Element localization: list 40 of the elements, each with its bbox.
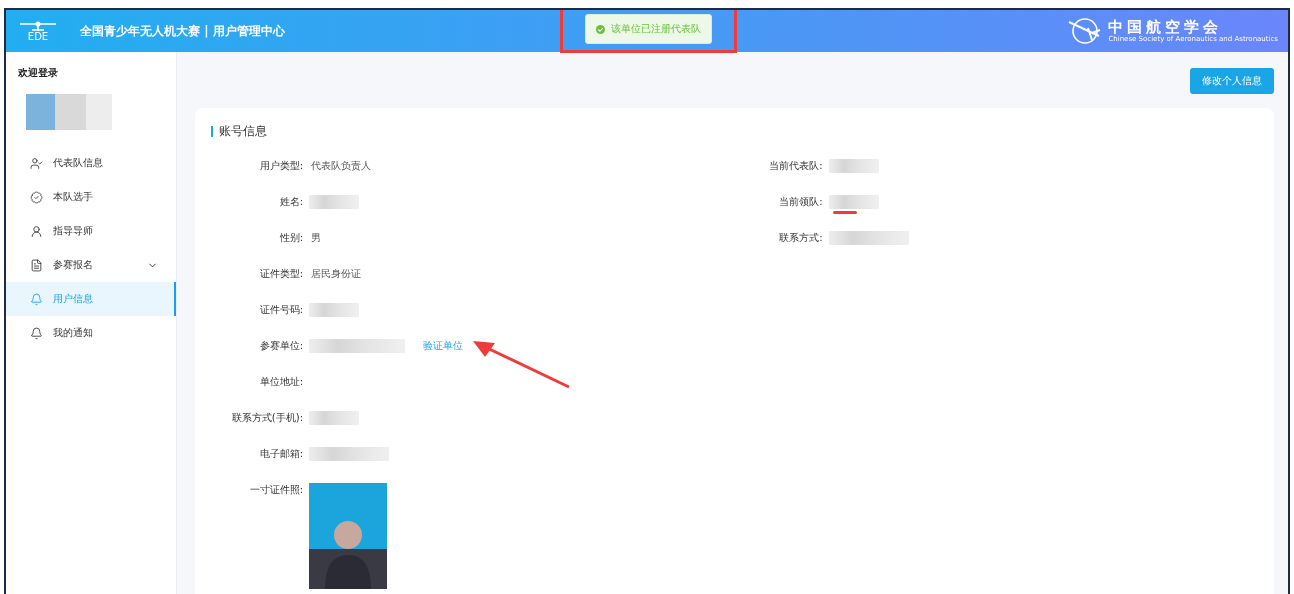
site-title: 全国青少年无人机大赛 | 用户管理中心 [80,22,285,40]
sidebar-item[interactable]: 我的通知 [6,316,176,350]
field-label: 联系方式: [778,231,823,245]
redacted-value [309,195,359,209]
sidebar-item[interactable]: 代表队信息 [6,146,176,180]
field-label: 当前领队: [778,195,823,209]
field-label: 参赛单位: [258,339,303,353]
field-label: 证件号码: [258,303,303,317]
sidebar-item[interactable]: 参赛报名 [6,248,176,282]
menu-icon [30,224,43,238]
sidebar-item[interactable]: 指导导师 [6,214,176,248]
field-label: 证件类型: [258,267,303,281]
field-label: 电子邮箱: [258,447,303,461]
field-label: 联系方式(手机): [230,411,303,425]
field-label: 一寸证件照: [248,483,303,497]
org-name: 中国航空学会 [1108,18,1224,36]
redacted-value [309,303,359,317]
menu-icon [30,156,43,170]
sidebar-item[interactable]: 本队选手 [6,180,176,214]
logo-text: EDE [27,32,49,42]
field-label: 性别: [278,231,303,245]
field-label: 当前代表队: [768,159,823,173]
section-title: 账号信息 [211,126,1258,137]
check-circle-icon [596,24,605,34]
aircraft-circle-logo-icon [1068,16,1103,46]
redacted-value [309,411,359,425]
redacted-value [828,159,879,173]
toast-text: 该单位已注册代表队 [611,22,701,36]
menu-icon [30,258,43,272]
welcome-text: 欢迎登录 [17,66,59,80]
plane-logo-icon [18,20,58,32]
menu-icon [30,190,43,204]
field-label: 姓名: [278,195,303,209]
field-label: 单位地址: [258,375,303,389]
menu-icon [30,326,43,340]
field-label: 用户类型: [258,159,303,173]
menu-icon [30,292,43,306]
field-value: 男 [311,231,321,245]
field-value: 代表队负责人 [311,159,371,173]
field-value: 居民身份证 [311,267,361,281]
